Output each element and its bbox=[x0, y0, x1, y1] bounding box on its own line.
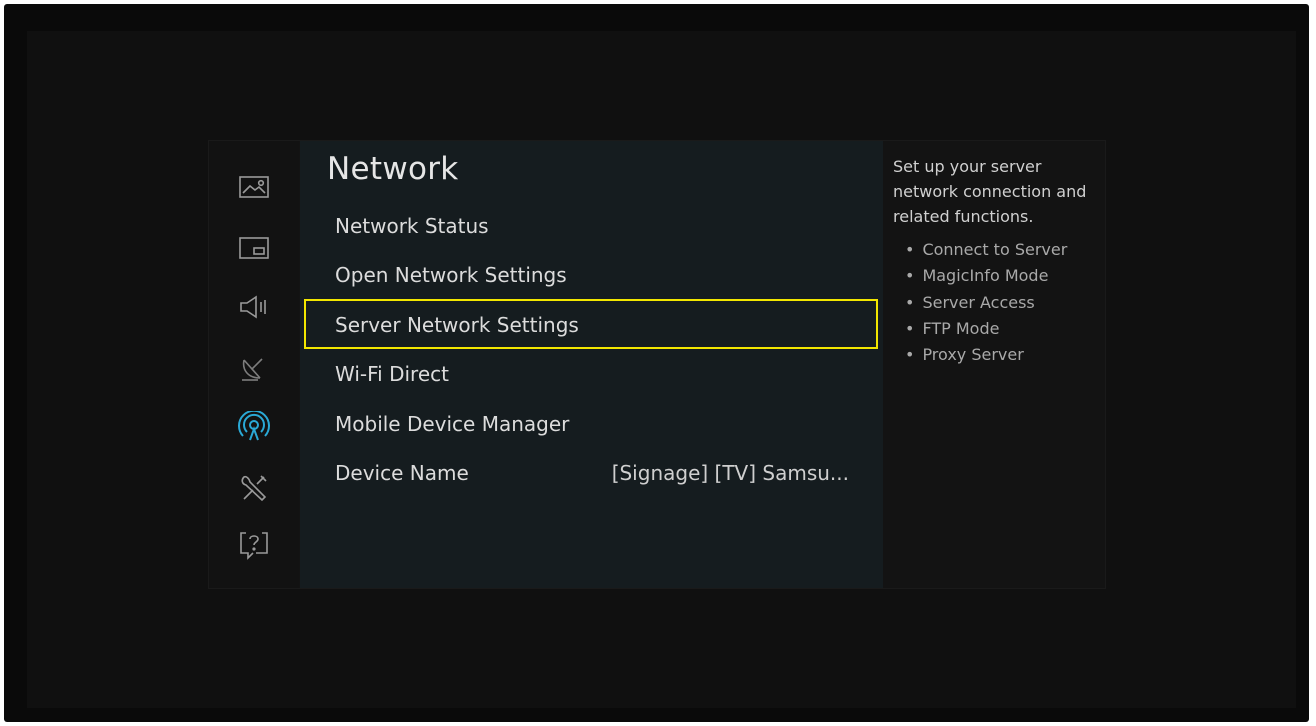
help-bullet: MagicInfo Mode bbox=[905, 263, 1098, 289]
broadcasting-icon[interactable] bbox=[234, 350, 274, 386]
tools-icon[interactable] bbox=[234, 470, 274, 506]
help-panel: Set up your server network connection an… bbox=[893, 154, 1098, 368]
panel-title: Network bbox=[327, 151, 459, 187]
screen-layout-icon[interactable] bbox=[234, 230, 274, 266]
help-bullet: Server Access bbox=[905, 290, 1098, 316]
menu-item-network-status[interactable]: Network Status bbox=[300, 202, 883, 250]
menu-item-label: Network Status bbox=[335, 214, 489, 238]
picture-icon[interactable] bbox=[234, 169, 274, 205]
menu-item-open-network-settings[interactable]: Open Network Settings bbox=[300, 251, 883, 299]
menu-item-label: Device Name bbox=[335, 461, 469, 485]
help-bullet: Proxy Server bbox=[905, 342, 1098, 368]
help-icon[interactable] bbox=[234, 527, 274, 563]
help-bullet: Connect to Server bbox=[905, 237, 1098, 263]
network-panel: Network Network Status Open Network Sett… bbox=[300, 141, 883, 588]
menu-item-label: Mobile Device Manager bbox=[335, 412, 570, 436]
menu-item-device-name[interactable]: Device Name [Signage] [TV] Samsu... bbox=[300, 449, 883, 497]
help-description: Set up your server network connection an… bbox=[893, 157, 1087, 226]
help-bullet: FTP Mode bbox=[905, 316, 1098, 342]
selection-highlight bbox=[304, 299, 878, 349]
settings-menu: Network Network Status Open Network Sett… bbox=[208, 140, 1106, 589]
menu-item-wifi-direct[interactable]: Wi-Fi Direct bbox=[300, 350, 883, 398]
menu-item-label: Wi-Fi Direct bbox=[335, 362, 449, 386]
menu-item-label: Open Network Settings bbox=[335, 263, 567, 287]
menu-item-mobile-device-manager[interactable]: Mobile Device Manager bbox=[300, 400, 883, 448]
device-name-value: [Signage] [TV] Samsu... bbox=[611, 461, 849, 485]
help-feature-list: Connect to Server MagicInfo Mode Server … bbox=[905, 237, 1098, 368]
sound-icon[interactable] bbox=[234, 289, 274, 325]
category-sidebar bbox=[209, 141, 299, 588]
network-icon[interactable] bbox=[234, 409, 274, 445]
